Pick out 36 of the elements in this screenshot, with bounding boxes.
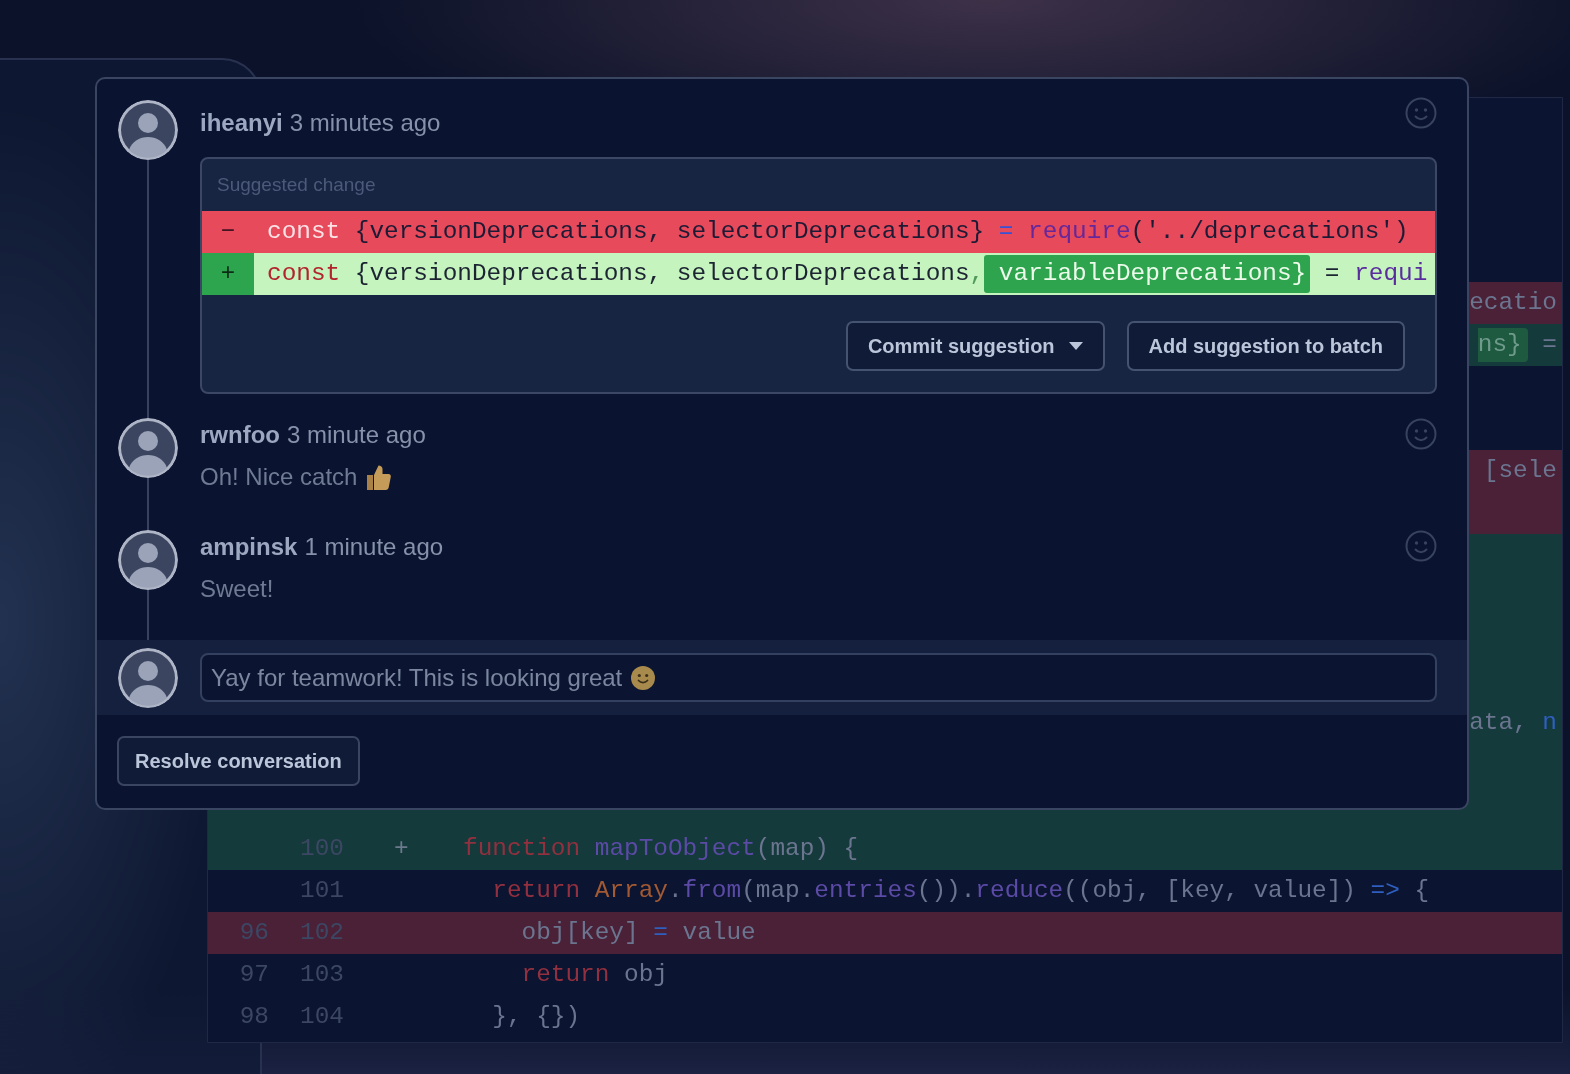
code-line: const {versionDeprecations, selectorDeprecations, variableDeprecations} = requi — [267, 253, 1428, 295]
diff-sign: + — [394, 834, 409, 864]
comment-text: Sweet! — [200, 574, 274, 604]
code-line: return obj — [520, 960, 668, 990]
code-line: function mapToObject(map) { — [463, 834, 859, 864]
diff-sign: + — [202, 253, 254, 295]
author-name: iheanyi — [200, 108, 283, 138]
code-line: const {versionDeprecations, selectorDeprecations} = require('../deprecations') — [267, 217, 1409, 247]
code-line: ata, n — [1469, 708, 1558, 738]
code-line: ecatio — [1469, 288, 1558, 318]
avatar-silhouette-icon — [118, 100, 178, 160]
author-name: ampinsk — [200, 532, 298, 562]
smiley-icon[interactable] — [1405, 530, 1437, 562]
code-line: obj[key] = value — [520, 918, 756, 948]
reply-input[interactable]: Yay for teamwork! This is looking great — [200, 653, 1437, 702]
code-line: return Array.from(map.entries()).reduce((obj, [key, value]) => { — [491, 876, 1430, 906]
smiley-icon[interactable] — [1405, 418, 1437, 450]
diff-sign: − — [219, 217, 237, 247]
thumbs-up-icon — [366, 464, 393, 490]
suggestion-button[interactable]: Add suggestion to batch — [1126, 321, 1405, 371]
author-name: rwnfoo — [200, 420, 280, 450]
suggestion-button[interactable]: Commit suggestion — [845, 321, 1105, 371]
code-line: }, {}) — [491, 1002, 581, 1032]
avatar-silhouette-icon — [118, 418, 178, 478]
comment-time: 1 minute ago — [304, 532, 444, 562]
comment-text: Oh! Nice catch — [200, 462, 358, 492]
code-line: [sele — [1483, 456, 1558, 486]
smiley-icon[interactable] — [1405, 97, 1437, 129]
avatar-silhouette-icon — [118, 647, 178, 708]
suggestion-title: Suggested change — [217, 172, 376, 197]
comment-time: 3 minutes ago — [289, 108, 441, 138]
code-line: ns} = — [1477, 324, 1562, 366]
comment-time: 3 minute ago — [287, 420, 426, 450]
resolve-conversation-button[interactable]: Resolve conversation — [117, 736, 360, 786]
smiley-emoji-icon — [631, 665, 656, 690]
avatar-silhouette-icon — [118, 530, 178, 590]
